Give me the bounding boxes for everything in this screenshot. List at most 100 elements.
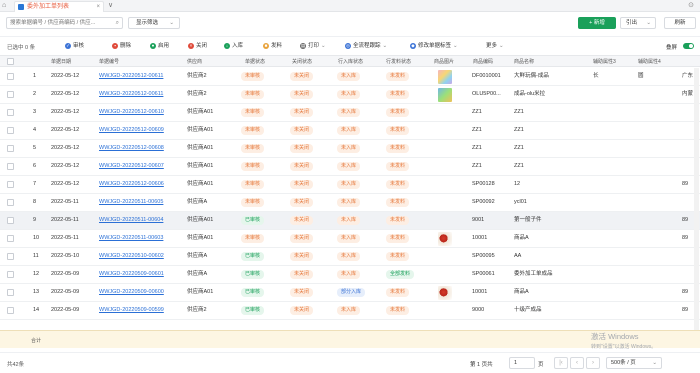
col-status[interactable]: 单据状态 xyxy=(245,58,265,65)
action-trash-button[interactable]: ▪ 删除 xyxy=(112,41,131,51)
col-attr3[interactable]: 辅助属性3 xyxy=(593,58,616,65)
first-page-icon[interactable]: |‹ xyxy=(554,357,568,369)
action-close-circle-button[interactable]: × 关闭 xyxy=(188,41,207,51)
row-checkbox[interactable] xyxy=(7,217,14,224)
cell-code-link[interactable]: WWJGD-20220512-00606 xyxy=(99,181,164,188)
action-enable-button[interactable]: ● 启用 xyxy=(150,41,169,51)
cell-code-link[interactable]: WWJGD-20220510-00602 xyxy=(99,253,164,260)
page-size-label: 500条 / 页 xyxy=(611,360,636,366)
col-image[interactable]: 商品图片 xyxy=(434,58,454,65)
table-row[interactable]: 12 2022-05-09 WWJGD-20220509-00601 供应商A 已审核 未… xyxy=(0,266,700,284)
search-box: ⌕ xyxy=(6,17,123,29)
cell-code-link[interactable]: WWJGD-20220512-00611 xyxy=(99,91,163,98)
new-button[interactable]: + 新增 xyxy=(578,17,616,29)
row-checkbox[interactable] xyxy=(7,163,14,170)
search-icon[interactable]: ⌕ xyxy=(116,20,119,27)
cell-code-link[interactable]: WWJGD-20220511-00604 xyxy=(99,217,163,224)
table-row[interactable]: 4 2022-05-12 WWJGD-20220512-00609 供应商A01 未审核… xyxy=(0,122,700,140)
row-checkbox[interactable] xyxy=(7,91,14,98)
page-size-select[interactable]: 500条 / 页 ⌄ xyxy=(606,357,662,369)
cell-code-link[interactable]: WWJGD-20220509-00599 xyxy=(99,307,164,314)
product-image[interactable] xyxy=(438,232,452,246)
refresh-button[interactable]: 刷新 xyxy=(664,17,696,29)
product-image[interactable] xyxy=(438,286,452,300)
action-track-button[interactable]: ◎ 全流程跟踪 ⌄ xyxy=(345,41,387,51)
row-checkbox[interactable] xyxy=(7,73,14,80)
cell-code-link[interactable]: WWJGD-20220512-00611 xyxy=(99,73,163,80)
col-sku[interactable]: 商品编码 xyxy=(473,58,493,65)
action-issue-button[interactable]: ■ 发料 xyxy=(263,41,282,51)
table-row[interactable]: 11 2022-05-10 WWJGD-20220510-00602 供应商A 已审核 未… xyxy=(0,248,700,266)
action-check-button[interactable]: ✓ 审核 xyxy=(65,41,84,51)
page-suffix: 页 xyxy=(538,362,544,368)
col-name[interactable]: 商品名称 xyxy=(514,58,534,65)
row-checkbox[interactable] xyxy=(7,289,14,296)
cell-code-link[interactable]: WWJGD-20220512-00608 xyxy=(99,145,164,152)
page-input[interactable]: 1 xyxy=(509,357,535,369)
cell-code-link[interactable]: WWJGD-20220511-00605 xyxy=(99,199,163,206)
issue-status-badge: 未发料 xyxy=(386,216,410,225)
col-supplier[interactable]: 供应商 xyxy=(187,58,202,65)
cell-code-link[interactable]: WWJGD-20220511-00603 xyxy=(99,235,163,242)
col-close[interactable]: 关闭状态 xyxy=(292,58,312,65)
row-checkbox[interactable] xyxy=(7,109,14,116)
col-date[interactable]: 单据日期 xyxy=(51,58,71,65)
close-status-badge: 未关闭 xyxy=(290,144,314,153)
row-checkbox[interactable] xyxy=(7,145,14,152)
tab-close-icon[interactable]: × xyxy=(96,4,100,11)
action-print-button[interactable]: ▤ 打印 ⌄ xyxy=(300,41,326,51)
inbound-status-badge: 未入库 xyxy=(337,72,361,81)
cell-code-link[interactable]: WWJGD-20220512-00607 xyxy=(99,163,164,170)
row-number: 14 xyxy=(33,307,40,313)
col-code[interactable]: 单据编号 xyxy=(99,58,119,65)
action-tag-button[interactable]: ◆ 修改单据标签 ⌄ xyxy=(410,41,458,51)
col-inbound[interactable]: 行入库状态 xyxy=(338,58,363,65)
cell-code-link[interactable]: WWJGD-20220509-00600 xyxy=(99,289,164,296)
help-icon[interactable]: ⊙ xyxy=(688,1,694,10)
cell-product-name: ZZ1 xyxy=(514,145,524,151)
search-input[interactable] xyxy=(7,18,111,28)
row-checkbox[interactable] xyxy=(7,235,14,242)
row-checkbox[interactable] xyxy=(7,127,14,134)
fold-toggle[interactable] xyxy=(683,43,694,49)
product-image[interactable] xyxy=(438,88,452,102)
tab-outsourcing-list[interactable]: 委外加工单列表 × xyxy=(14,1,104,12)
table-row[interactable]: 8 2022-05-11 WWJGD-20220511-00605 供应商A 未审核 未关… xyxy=(0,194,700,212)
home-icon[interactable]: ⌂ xyxy=(2,2,10,10)
cell-sku: OLU5P00... xyxy=(472,91,501,97)
table-row[interactable]: 1 2022-05-12 WWJGD-20220512-00611 供应商2 未审核 未关… xyxy=(0,68,700,86)
row-checkbox[interactable] xyxy=(7,181,14,188)
vertical-scrollbar[interactable] xyxy=(694,68,699,330)
row-checkbox[interactable] xyxy=(7,199,14,206)
table-row[interactable]: 13 2022-05-09 WWJGD-20220509-00600 供应商A01 已审… xyxy=(0,284,700,302)
tab-dropdown-icon[interactable]: ∨ xyxy=(108,2,113,10)
show-filter-button[interactable]: 显示筛选 ⌄ xyxy=(128,17,180,29)
col-attr4[interactable]: 辅助属性4 xyxy=(638,58,661,65)
select-all-checkbox[interactable] xyxy=(7,58,14,65)
export-button[interactable]: 引出 ⌄ xyxy=(620,17,656,29)
table-row[interactable]: 2 2022-05-12 WWJGD-20220512-00611 供应商2 未审核 未关… xyxy=(0,86,700,104)
next-page-icon[interactable]: › xyxy=(586,357,600,369)
table-row[interactable]: 5 2022-05-12 WWJGD-20220512-00608 供应商A01 未审核… xyxy=(0,140,700,158)
table-row[interactable]: 9 2022-05-11 WWJGD-20220511-00604 供应商A01 已审核… xyxy=(0,212,700,230)
table-row[interactable]: 3 2022-05-12 WWJGD-20220512-00610 供应商A01 未审核… xyxy=(0,104,700,122)
product-image[interactable] xyxy=(438,70,452,84)
row-checkbox[interactable] xyxy=(7,253,14,260)
cell-code-link[interactable]: WWJGD-20220509-00601 xyxy=(99,271,164,278)
windows-activation-watermark: 激活 Windows 转到"设置"以激活 Windows。 xyxy=(591,331,656,350)
table-row[interactable]: 7 2022-05-12 WWJGD-20220512-00606 供应商A01 未审核… xyxy=(0,176,700,194)
table-row[interactable]: 6 2022-05-12 WWJGD-20220512-00607 供应商A01 未审核… xyxy=(0,158,700,176)
cell-sku: SP00092 xyxy=(472,199,495,205)
row-checkbox[interactable] xyxy=(7,271,14,278)
table-row[interactable]: 10 2022-05-11 WWJGD-20220511-00603 供应商A01 未审… xyxy=(0,230,700,248)
cell-code-link[interactable]: WWJGD-20220512-00609 xyxy=(99,127,164,134)
cell-code-link[interactable]: WWJGD-20220512-00610 xyxy=(99,109,164,116)
table-row[interactable]: 14 2022-05-09 WWJGD-20220509-00599 供应商2 已审核 未… xyxy=(0,302,700,320)
action-inbound-button[interactable]: ↓ 入库 xyxy=(224,41,243,51)
table-header: 单据日期 单据编号 供应商 单据状态 关闭状态 行入库状态 行发料状态 商品图片… xyxy=(0,55,700,67)
action-more-button[interactable]: 更多 ⌄ xyxy=(486,41,504,51)
status-badge: 未审核 xyxy=(241,180,265,189)
prev-page-icon[interactable]: ‹ xyxy=(570,357,584,369)
col-issue[interactable]: 行发料状态 xyxy=(386,58,411,65)
row-checkbox[interactable] xyxy=(7,307,14,314)
